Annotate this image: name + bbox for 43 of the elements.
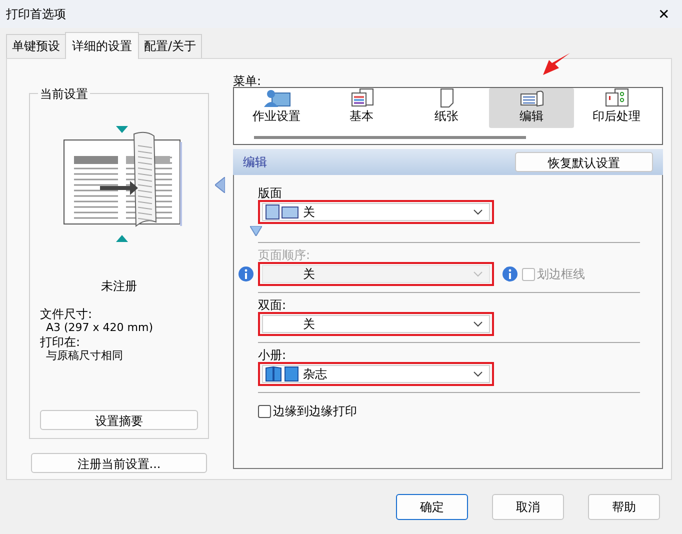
registration-status: 未注册 [101,278,137,295]
tab[interactable]: 详细的设置 [65,32,139,59]
dialog-button[interactable]: 帮助 [588,494,660,520]
documents-icon [518,88,546,108]
down-arrow-icon [250,226,262,236]
register-button[interactable]: 注册当前设置... [31,453,207,473]
field-label: 版面 [258,185,283,200]
annotation-arrow [541,52,571,76]
setting-text: 与原稿尺寸相同 [45,349,124,363]
summary-button[interactable]: 设置摘要 [40,410,198,430]
chevron-down-icon [473,209,483,215]
dropdown[interactable]: 杂志 [262,365,490,383]
close-button[interactable]: ✕ [654,6,674,22]
field-label: 双面: [258,297,288,312]
chevron-down-icon [473,321,483,327]
field-label: 小册: [258,347,288,362]
menu-label: 菜单: [233,75,262,87]
setting-text: A3 (297 x 420 mm) [45,321,154,335]
dropdown[interactable]: 关 [262,315,490,333]
info-icon[interactable] [502,266,518,282]
chevron-down-icon [473,271,483,277]
chevron-down-icon [473,371,483,377]
menu-item[interactable]: 印后处理 [574,88,659,128]
folder-person-icon [262,88,290,108]
checkbox[interactable]: 边缘到边缘打印 [258,403,640,420]
dialog-button[interactable]: 取消 [492,494,564,520]
tab[interactable]: 配置/关于 [138,34,202,58]
menu-item[interactable]: 基本 [319,88,404,128]
collapse-arrow-icon[interactable] [215,177,225,193]
setting-text: 文件尺寸: [40,307,94,321]
section-title: 编辑 [243,154,267,170]
field-label: 页面顺序: [258,247,312,262]
dialog-button[interactable]: 确定 [396,494,468,520]
dropdown[interactable]: 关 [262,203,490,221]
menu-item[interactable]: 作业设置 [234,88,319,128]
menu-item[interactable]: 纸张 [404,88,489,128]
setting-text: 打印在: [40,335,82,349]
window-title: 打印首选项 [6,6,66,22]
pages-icon [265,204,301,220]
tab[interactable]: 单键预设 [6,34,66,58]
info-icon[interactable] [238,266,254,282]
booklet-icon [265,366,301,382]
reset-button[interactable]: 恢复默认设置 [515,152,653,172]
